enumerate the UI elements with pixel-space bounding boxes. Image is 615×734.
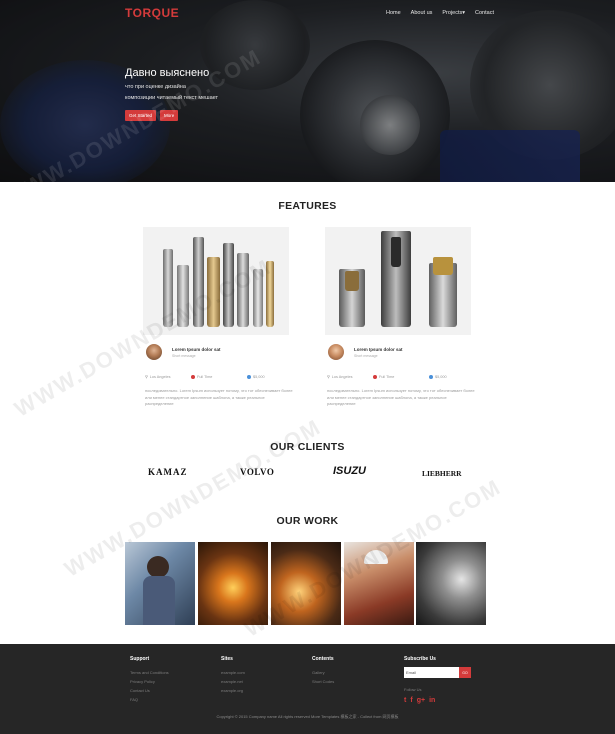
client-logo-volvo[interactable]: VOLVO	[240, 467, 274, 477]
footer-link[interactable]: Gallery	[312, 668, 334, 677]
footer-link[interactable]: example.com	[221, 668, 245, 677]
work-thumbnail[interactable]	[344, 542, 414, 625]
work-thumbnail[interactable]	[198, 542, 268, 625]
footer-heading: Subscribe Us	[404, 656, 436, 662]
feature-meta: ⚲ Los Angeles Full Time $5,000	[327, 374, 447, 379]
copyright: Copyright © 2015 Company name All rights…	[216, 714, 399, 719]
nav-item-about[interactable]: About us	[411, 10, 433, 16]
avatar	[328, 344, 344, 360]
work-thumbnail[interactable]	[125, 542, 195, 625]
footer-heading: Support	[130, 656, 150, 662]
footer-link[interactable]: example.net	[221, 677, 245, 686]
nav-item-home[interactable]: Home	[386, 10, 401, 16]
hero-buttons: Get Started More	[125, 110, 179, 121]
money-icon	[247, 374, 251, 379]
chevron-down-icon: ▾	[462, 10, 466, 16]
map-pin-icon: ⚲	[327, 375, 330, 379]
clock-icon	[373, 374, 377, 379]
footer-link[interactable]: Contact Us	[130, 686, 169, 695]
nav-item-projects[interactable]: Projects▾	[442, 10, 465, 16]
feature-description: последовательно. Lorem Ipsum использует …	[145, 388, 293, 406]
map-pin-icon: ⚲	[145, 375, 148, 379]
feature-author: Lorem Ipsum dolor sat Short message	[328, 344, 403, 360]
nav-item-contact[interactable]: Contact	[475, 10, 494, 16]
main-nav: Home About us Projects▾ Contact	[386, 10, 494, 16]
work-title: OUR WORK	[276, 515, 339, 527]
facebook-icon[interactable]: f	[410, 697, 412, 704]
author-role: Short message	[354, 353, 378, 358]
hero-subtitle: композиции читаемый текст мешает	[125, 95, 219, 101]
page: TORQUE Home About us Projects▾ Contact Д…	[0, 0, 615, 734]
clock-icon	[191, 374, 195, 379]
footer-col-sites: Sites example.com example.net example.or…	[221, 656, 245, 695]
hero-section: TORQUE Home About us Projects▾ Contact Д…	[0, 0, 615, 182]
footer-col-support: Support Terms and Conditions Privacy Pol…	[130, 656, 169, 704]
author-role: Short message	[172, 353, 196, 358]
client-logo-liebherr[interactable]: LIEBHERR	[422, 469, 462, 478]
footer-link[interactable]: Terms and Conditions	[130, 668, 169, 677]
footer-col-contents: Contents Gallery Short Codes	[312, 656, 334, 686]
get-started-button[interactable]: Get Started	[125, 110, 157, 121]
clients-title: OUR CLIENTS	[270, 441, 345, 453]
footer-heading: Contents	[312, 656, 334, 662]
footer-heading: Sites	[221, 656, 233, 662]
twitter-icon[interactable]: t	[404, 697, 406, 704]
social-links: t f g+ in	[404, 697, 435, 704]
linkedin-icon[interactable]: in	[429, 697, 435, 704]
brand-logo[interactable]: TORQUE	[125, 6, 179, 20]
work-thumbnail[interactable]	[271, 542, 341, 625]
author-name[interactable]: Lorem Ipsum dolor sat	[354, 347, 403, 352]
feature-image[interactable]	[325, 227, 471, 335]
google-plus-icon[interactable]: g+	[417, 697, 425, 704]
subscribe-button[interactable]: GO	[459, 667, 471, 678]
money-icon	[429, 374, 433, 379]
more-button[interactable]: More	[160, 110, 179, 121]
footer	[0, 644, 615, 734]
feature-description: последовательно. Lorem Ipsum использует …	[327, 388, 475, 406]
feature-image[interactable]	[143, 227, 289, 335]
footer-link[interactable]: Short Codes	[312, 677, 334, 686]
footer-link[interactable]: example.org	[221, 686, 245, 695]
footer-link[interactable]: Privacy Policy	[130, 677, 169, 686]
author-name[interactable]: Lorem Ipsum dolor sat	[172, 347, 221, 352]
features-title: FEATURES	[278, 200, 337, 212]
work-thumbnail[interactable]	[416, 542, 486, 625]
feature-author: Lorem Ipsum dolor sat Short message	[146, 344, 221, 360]
footer-link[interactable]: FAQ	[130, 695, 169, 704]
client-logo-isuzu[interactable]: ISUZU	[333, 465, 366, 477]
hero-title: Давно выяснено	[125, 67, 210, 79]
feature-meta: ⚲ Los Angeles Full Time $5,000	[145, 374, 265, 379]
client-logo-kamaz[interactable]: KAMAZ	[148, 467, 188, 477]
avatar	[146, 344, 162, 360]
follow-label: Follow Us	[404, 687, 422, 692]
email-field[interactable]: Email	[404, 667, 459, 678]
hero-subtitle: что при оценке дизайна	[125, 84, 186, 90]
